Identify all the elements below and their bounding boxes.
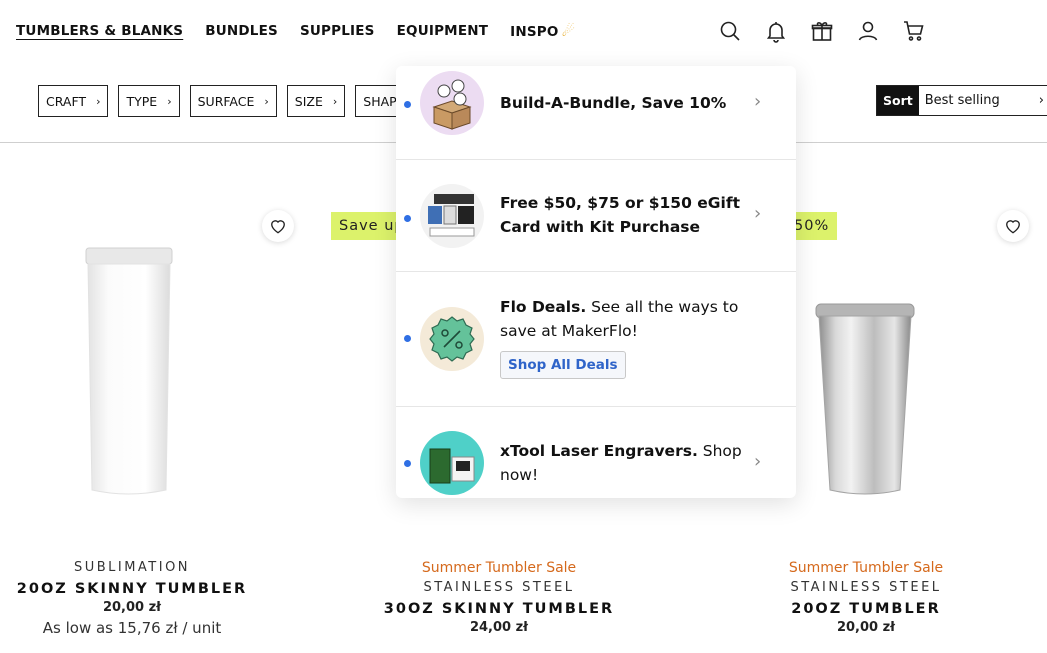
search-icon[interactable]: [718, 18, 742, 44]
product-price: 20,00 zł: [836, 620, 896, 635]
product-price: 24,00 zł: [469, 620, 529, 635]
stainless-tumbler-image[interactable]: [810, 300, 920, 500]
unread-dot: [404, 335, 411, 342]
product-info: Summer Tumbler Sale STAINLESS STEEL 30OZ…: [349, 560, 649, 639]
header-icons: [718, 18, 926, 44]
filter-label: CRAFT: [46, 93, 87, 109]
product-category: SUBLIMATION: [73, 560, 191, 575]
sort-selected-value: Best selling: [924, 93, 1000, 108]
sparkle-icon: ☄: [561, 22, 576, 40]
cart-icon[interactable]: [902, 18, 926, 44]
filter-label: SIZE: [294, 93, 323, 109]
nav-equipment[interactable]: EQUIPMENT: [397, 23, 489, 39]
unread-dot: [404, 460, 411, 467]
sale-tag: Summer Tumbler Sale: [788, 560, 944, 576]
chevron-right-icon: ›: [167, 94, 172, 108]
wishlist-heart-icon[interactable]: [997, 210, 1029, 242]
account-icon[interactable]: [856, 18, 880, 44]
nav-supplies[interactable]: SUPPLIES: [300, 23, 375, 39]
promo-item-bundle[interactable]: Build-A-Bundle, Save 10% ›: [396, 66, 796, 160]
promo-title: Free $50, $75 or $150 eGift Card with Ki…: [500, 194, 740, 236]
nav-inspo[interactable]: INSPO ☄: [510, 22, 575, 40]
filter-size[interactable]: SIZE ›: [286, 85, 346, 117]
promotions-dropdown: Build-A-Bundle, Save 10% › Free $50, $75…: [396, 66, 796, 498]
sublimation-kit-image: [420, 184, 484, 248]
filter-label: SURFACE: [197, 93, 255, 109]
laser-engraver-image: [420, 431, 484, 495]
chevron-right-icon: ›: [332, 94, 338, 108]
product-info: Summer Tumbler Sale STAINLESS STEEL 20OZ…: [716, 560, 1016, 639]
product-category: STAINLESS STEEL: [790, 580, 942, 595]
top-navigation: TUMBLERS & BLANKS BUNDLES SUPPLIES EQUIP…: [0, 0, 1047, 64]
filter-list: CRAFT› TYPE› SURFACE› SIZE› SHAPE›: [38, 85, 428, 117]
chevron-right-icon: ›: [96, 94, 101, 108]
shop-all-deals-button[interactable]: Shop All Deals: [500, 351, 626, 379]
percent-badge-icon: [420, 307, 484, 371]
nav-bundles[interactable]: BUNDLES: [205, 23, 278, 39]
wishlist-heart-icon[interactable]: [262, 210, 294, 242]
bundle-box-icon: [420, 71, 484, 135]
product-name[interactable]: 30OZ SKINNY TUMBLER: [349, 601, 649, 617]
promo-title: Build-A-Bundle, Save 10%: [500, 94, 727, 112]
sort-select[interactable]: Sort Best selling ›: [876, 85, 1047, 116]
chevron-right-icon: ›: [754, 91, 762, 112]
sort-label: Sort: [877, 86, 919, 115]
unread-dot: [404, 215, 411, 222]
white-skinny-tumbler-image[interactable]: [78, 244, 178, 500]
promo-item-egift[interactable]: Free $50, $75 or $150 eGift Card with Ki…: [396, 160, 796, 272]
filter-label: TYPE: [126, 93, 158, 109]
unread-dot: [404, 101, 411, 108]
promo-text: Flo Deals. See all the ways to save at M…: [500, 295, 750, 379]
bell-icon[interactable]: [764, 18, 788, 44]
chevron-right-icon: ›: [1038, 93, 1044, 108]
promo-title: xTool Laser Engravers.: [500, 442, 698, 460]
main-nav-links: TUMBLERS & BLANKS BUNDLES SUPPLIES EQUIP…: [16, 22, 575, 40]
nav-inspo-label: INSPO: [510, 24, 559, 40]
product-name[interactable]: 20OZ TUMBLER: [716, 601, 1016, 617]
product-price: 20,00 zł: [102, 600, 162, 615]
product-info: SUBLIMATION 20OZ SKINNY TUMBLER 20,00 zł…: [0, 560, 282, 637]
promo-text: Build-A-Bundle, Save 10%: [500, 91, 750, 115]
sort-value: Best selling ›: [919, 86, 1047, 115]
filter-craft[interactable]: CRAFT ›: [38, 85, 109, 117]
promo-item-xtool[interactable]: xTool Laser Engravers. Shop now! ›: [396, 407, 796, 498]
chevron-right-icon: ›: [754, 203, 762, 224]
nav-tumblers-blanks[interactable]: TUMBLERS & BLANKS: [16, 23, 183, 39]
chevron-right-icon: ›: [264, 94, 269, 108]
filter-surface[interactable]: SURFACE ›: [189, 85, 277, 117]
sale-tag: Summer Tumbler Sale: [421, 560, 577, 576]
product-category: STAINLESS STEEL: [423, 580, 575, 595]
product-bulk-price: As low as 15,76 zł / unit: [42, 619, 222, 637]
promo-text: xTool Laser Engravers. Shop now!: [500, 439, 750, 487]
filter-type[interactable]: TYPE ›: [118, 85, 180, 117]
chevron-right-icon: ›: [754, 451, 762, 472]
gift-icon[interactable]: [810, 18, 834, 44]
promo-item-flo-deals: Flo Deals. See all the ways to save at M…: [396, 272, 796, 407]
promo-text: Free $50, $75 or $150 eGift Card with Ki…: [500, 191, 750, 239]
product-name[interactable]: 20OZ SKINNY TUMBLER: [0, 581, 282, 597]
promo-title: Flo Deals.: [500, 298, 587, 316]
